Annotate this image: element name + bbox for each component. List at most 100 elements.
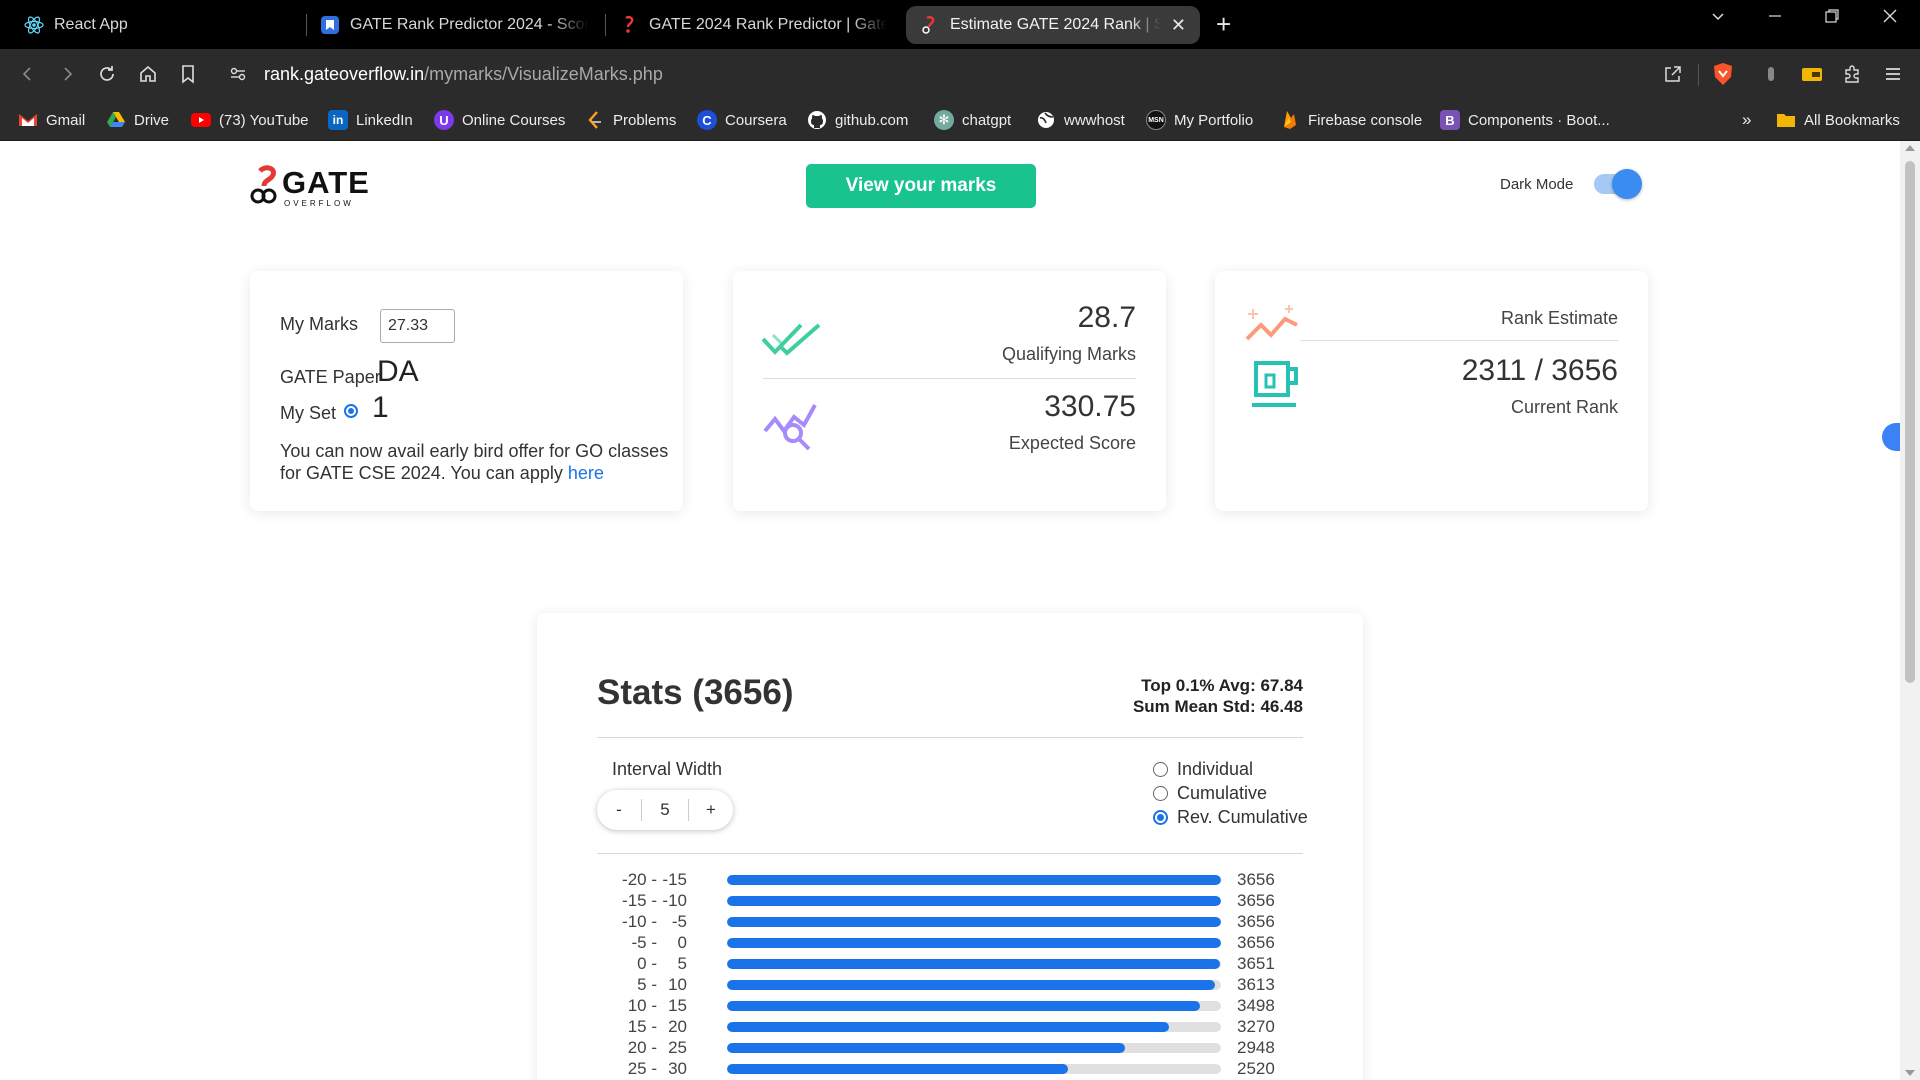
back-icon[interactable] [14,60,42,88]
scroll-down-icon[interactable] [1905,1070,1915,1076]
bar-track [727,917,1221,927]
site-info-icon[interactable] [224,60,252,88]
wallet-icon[interactable] [1799,61,1825,87]
bin-count-label: 3656 [1237,933,1275,952]
tab-rank-predictor-score[interactable]: GATE Rank Predictor 2024 - Score Ca [306,6,602,44]
scroll-up-icon[interactable] [1905,145,1915,151]
bookmark-problems[interactable]: Problems [585,107,676,133]
dark-mode-label: Dark Mode [1500,176,1574,193]
set-radio[interactable] [344,404,358,418]
home-icon[interactable] [134,60,162,88]
bookmark-wwwhost[interactable]: wwwhost [1036,107,1125,133]
bin-upper-label: -15 [662,870,687,889]
interval-minus-button[interactable]: - [597,790,641,830]
bookmark-coursera[interactable]: C Coursera [697,107,787,133]
address-bar[interactable]: rank.gateoverflow.in/mymarks/VisualizeMa… [264,55,1739,93]
bootstrap-icon: B [1440,110,1460,130]
offer-link[interactable]: here [568,463,604,483]
bookmark-label: Gmail [46,111,86,129]
bookmark-chatgpt[interactable]: ✻ chatgpt [934,107,1011,133]
histogram-row: -15 - -10 3656 [597,891,1297,912]
bookmark-label: wwwhost [1064,111,1125,129]
mode-cumulative[interactable]: Cumulative [1153,783,1267,804]
bookmark-my-portfolio[interactable]: MSN My Portfolio [1146,107,1253,133]
menu-icon[interactable] [1880,61,1906,87]
wwwhost-icon [1036,110,1056,130]
dark-mode-toggle[interactable] [1594,169,1642,199]
my-set-label: My Set [280,403,337,423]
radio-individual[interactable] [1153,762,1168,777]
radio-rev-cumulative[interactable] [1153,810,1168,825]
bookmark-tab-icon [320,15,340,35]
bin-upper-label: -5 [671,912,687,931]
bin-lower-label: 10 - [627,996,657,1015]
bookmark-firebase[interactable]: Firebase console [1280,107,1422,133]
bar-fill [727,896,1221,906]
react-icon [24,15,44,35]
problems-icon [585,110,605,130]
gateoverflow-logo[interactable]: GATE OVERFLOW [248,165,369,209]
gate-paper-value: DA [377,355,419,388]
bar-track [727,959,1221,969]
bin-upper-label: 30 [668,1059,687,1078]
mode-individual[interactable]: Individual [1153,759,1253,780]
bookmark-youtube[interactable]: (73) YouTube [191,107,309,133]
bookmark-label: LinkedIn [356,111,413,129]
share-icon[interactable] [1660,61,1686,87]
bookmark-online-courses[interactable]: U Online Courses [434,107,565,133]
extension-icon[interactable] [1758,61,1784,87]
close-window-icon[interactable] [1882,8,1898,29]
tab-estimate-rank[interactable]: Estimate GATE 2024 Rank | See I ✕ [906,6,1200,44]
interval-stepper: - 5 + [597,790,733,830]
bookmark-page-icon[interactable] [174,60,202,88]
mode-rev-cumulative[interactable]: Rev. Cumulative [1153,807,1308,828]
all-bookmarks-button[interactable]: All Bookmarks [1776,107,1900,133]
card-divider [763,378,1136,379]
bookmark-label: chatgpt [962,111,1012,129]
offer-text: You can now avail early bird offer for G… [280,440,670,484]
toggle-knob [1612,169,1642,199]
my-marks-input[interactable] [380,309,455,343]
bookmark-github[interactable]: github.com [807,107,908,133]
bin-lower-label: 15 - [627,1017,657,1036]
bar-fill [727,1064,1068,1074]
bar-fill [727,875,1221,885]
close-tab-icon[interactable]: ✕ [1171,15,1186,36]
brave-shield-icon[interactable] [1710,61,1736,87]
gate-paper-label: GATE Paper [280,367,381,387]
bookmark-gmail[interactable]: Gmail [18,107,85,133]
view-marks-button[interactable]: View your marks [806,164,1036,208]
tab-search-chevron-icon[interactable] [1710,8,1726,29]
stats-divider [597,853,1303,854]
bar-track [727,896,1221,906]
scrollbar-thumb[interactable] [1905,161,1915,683]
stats-summary: Top 0.1% Avg: 67.84 Sum Mean Std: 46.48 [1133,675,1303,717]
tab-react-app[interactable]: React App [10,6,300,44]
rank-estimate-card: Rank Estimate 2311 / 3656 Current Rank [1215,271,1648,511]
sum-mean-std: Sum Mean Std: 46.48 [1132,697,1303,716]
tab-gateoverflow-predictor[interactable]: GATE 2024 Rank Predictor | Gateover [605,6,901,44]
bar-track [727,980,1221,990]
github-icon [807,110,827,130]
bookmark-linkedin[interactable]: in LinkedIn [328,107,413,133]
bookmarks-overflow-button[interactable]: » [1742,107,1751,133]
offer-message: You can now avail early bird offer for G… [280,441,669,483]
interval-plus-button[interactable]: + [689,790,733,830]
gmail-icon [18,110,38,130]
reload-icon[interactable] [93,60,121,88]
interval-width-label: Interval Width [612,759,723,779]
vertical-scrollbar[interactable] [1900,141,1920,1080]
page-content: GATE OVERFLOW View your marks Dark Mode … [0,141,1900,1080]
bookmark-bootstrap[interactable]: B Components · Boot... [1440,107,1610,133]
sparkle-trend-icon [1245,305,1298,341]
new-tab-icon[interactable]: + [1216,9,1231,39]
bookmark-drive[interactable]: Drive [106,107,169,133]
bar-track [727,1022,1221,1032]
stats-panel: Stats (3656) Top 0.1% Avg: 67.84 Sum Mea… [537,613,1363,1080]
extensions-puzzle-icon[interactable] [1839,61,1865,87]
radio-cumulative[interactable] [1153,786,1168,801]
minimize-icon[interactable] [1767,8,1783,29]
forward-icon[interactable] [53,60,81,88]
bin-upper-label: 20 [668,1017,687,1036]
restore-icon[interactable] [1824,8,1840,29]
